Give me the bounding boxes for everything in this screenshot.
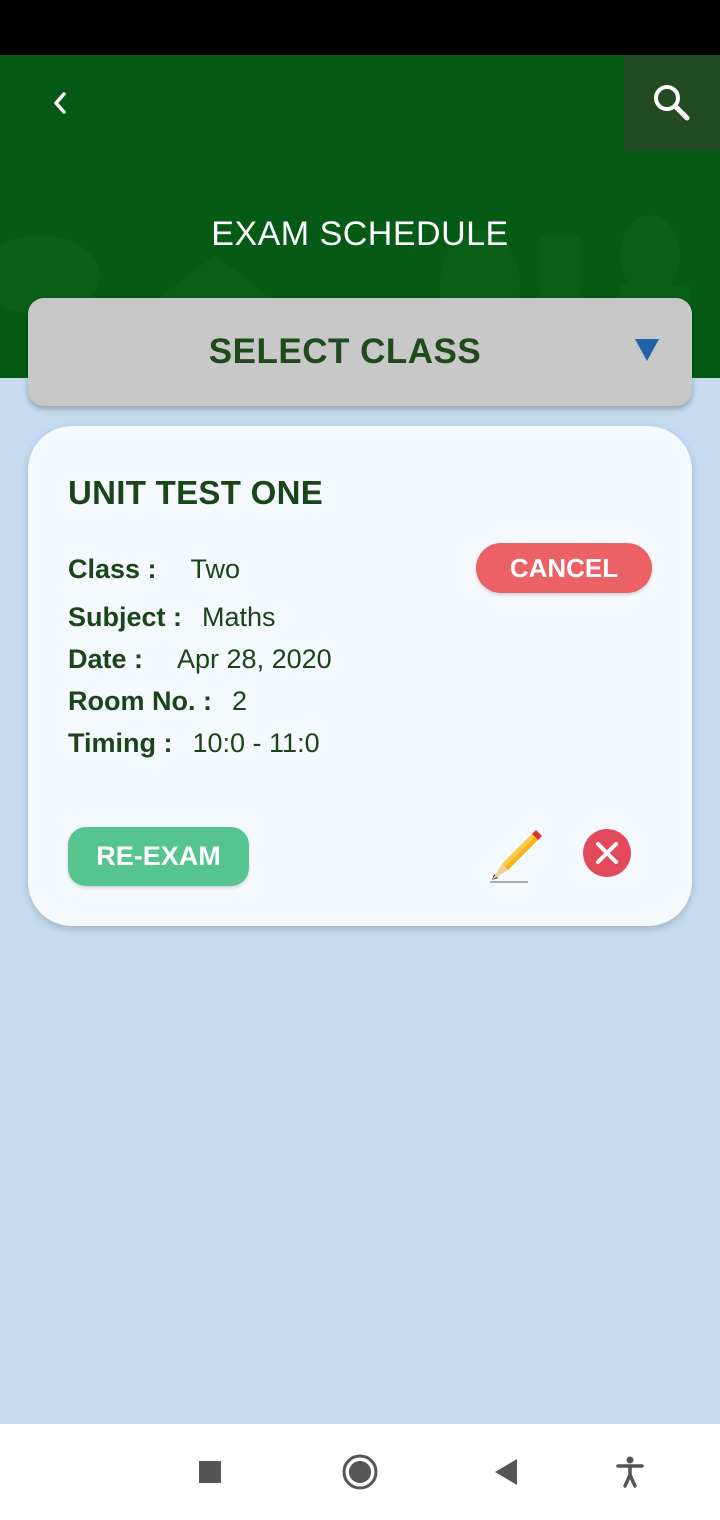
exam-name: UNIT TEST ONE (68, 474, 324, 511)
recent-apps-button[interactable] (186, 1448, 234, 1496)
detail-value: 10:0 - 11:0 (192, 728, 320, 758)
status-bar (0, 0, 720, 55)
triangle-down-icon (635, 339, 659, 361)
search-icon (654, 85, 690, 121)
select-class-dropdown[interactable]: SELECT CLASS (28, 298, 692, 406)
pencil-icon (490, 830, 542, 883)
accessibility-icon (616, 1456, 644, 1488)
edit-button[interactable] (488, 824, 548, 884)
detail-value: Two (190, 554, 241, 584)
home-icon (342, 1454, 378, 1490)
detail-label: Class : (68, 554, 157, 584)
detail-row-room: Room No. : 2 (68, 686, 247, 717)
detail-label: Room No. : (68, 686, 212, 716)
detail-value: 2 (231, 686, 248, 716)
detail-label: Subject : (68, 602, 183, 632)
back-icon (495, 1459, 517, 1485)
page-title: EXAM SCHEDULE (211, 215, 509, 253)
detail-row-class: Class : Two (68, 554, 240, 585)
home-button[interactable] (336, 1448, 384, 1496)
detail-value: Apr 28, 2020 (177, 644, 332, 674)
exam-card: UNIT TEST ONE Class : Two Subject : Maths … (28, 426, 692, 926)
recent-apps-icon (199, 1461, 221, 1483)
close-circle-icon (583, 829, 631, 877)
reexam-button[interactable]: RE-EXAM (68, 827, 249, 886)
detail-value: Maths (202, 602, 276, 632)
delete-button[interactable] (582, 828, 632, 878)
detail-row-date: Date : Apr 28, 2020 (68, 644, 332, 675)
search-button[interactable] (624, 55, 720, 151)
chevron-left-icon (54, 92, 66, 114)
accessibility-button[interactable] (606, 1448, 654, 1496)
detail-row-subject: Subject : Maths (68, 602, 276, 633)
back-button[interactable] (30, 75, 90, 131)
detail-row-timing: Timing : 10:0 - 11:0 (68, 728, 320, 759)
select-class-label: SELECT CLASS (208, 332, 482, 371)
detail-label: Timing : (68, 728, 173, 758)
system-navigation-bar (0, 1424, 720, 1520)
back-nav-button[interactable] (482, 1448, 530, 1496)
cancel-button[interactable]: CANCEL (476, 543, 652, 593)
detail-label: Date : (68, 644, 144, 674)
